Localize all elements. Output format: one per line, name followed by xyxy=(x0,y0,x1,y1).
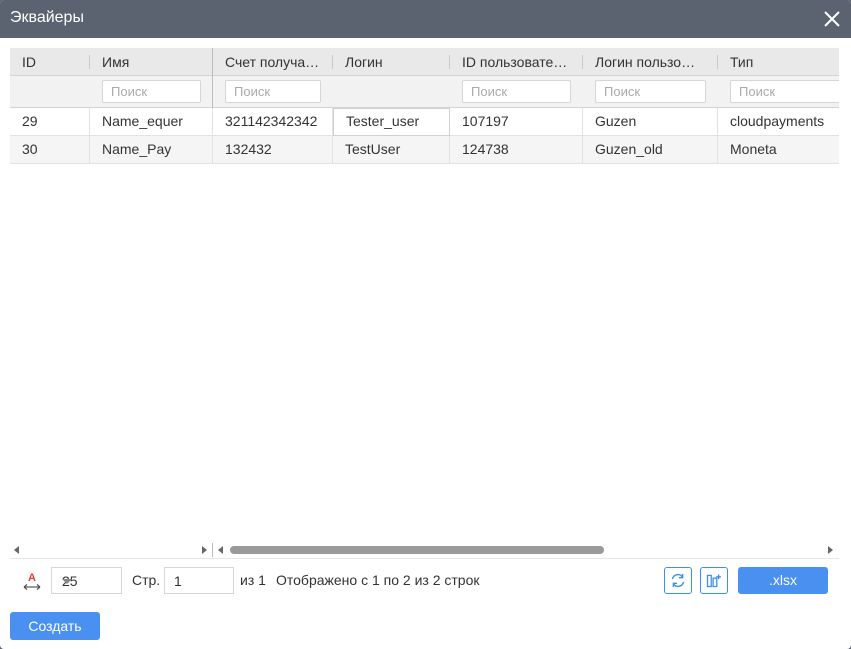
refresh-icon xyxy=(671,573,685,588)
grid-header: ID Имя Счет получа… Логин ID пользовате…… xyxy=(10,48,839,76)
filter-input-user-id[interactable] xyxy=(462,80,571,103)
close-icon[interactable] xyxy=(823,10,841,28)
acquirers-grid: ID Имя Счет получа… Логин ID пользовате…… xyxy=(10,48,839,544)
export-xlsx-button[interactable]: .xlsx xyxy=(738,567,828,594)
chevron-down-icon xyxy=(62,579,72,584)
column-header-account[interactable]: Счет получа… xyxy=(213,48,333,76)
frozen-column-divider[interactable] xyxy=(212,48,213,108)
page-size-select[interactable]: 25 xyxy=(51,567,122,594)
create-button[interactable]: Создать xyxy=(10,612,100,640)
cell-id[interactable]: 30 xyxy=(10,136,90,164)
cell-login[interactable]: Tester_user xyxy=(333,108,450,136)
filter-input-user-login[interactable] xyxy=(595,80,706,103)
font-size-icon[interactable]: A xyxy=(22,571,42,591)
filter-input-name[interactable] xyxy=(102,80,201,103)
svg-text:A: A xyxy=(28,572,36,584)
filter-cell-user-id xyxy=(450,76,583,108)
title-bar: Эквайеры xyxy=(0,0,851,38)
refresh-button[interactable] xyxy=(664,567,692,594)
scrollbar-thumb[interactable] xyxy=(230,546,604,554)
page-label: Стр. xyxy=(132,572,161,588)
scroll-right-frozen-arrow-icon[interactable] xyxy=(202,546,207,554)
filter-input-account[interactable] xyxy=(225,80,321,103)
cell-user-id[interactable]: 124738 xyxy=(450,136,583,164)
columns-settings-icon xyxy=(706,574,721,588)
acquirers-dialog: Эквайеры ID Имя Счет получа… Логин ID по… xyxy=(0,0,851,649)
filter-cell-name xyxy=(90,76,212,108)
dialog-title: Эквайеры xyxy=(10,9,84,26)
cell-user-login[interactable]: Guzen xyxy=(583,108,718,136)
table-row[interactable]: 30 Name_Pay 132432 TestUser 124738 Guzen… xyxy=(10,136,839,164)
cell-user-login[interactable]: Guzen_old xyxy=(583,136,718,164)
filter-cell-account xyxy=(213,76,333,108)
column-header-name[interactable]: Имя xyxy=(90,48,212,76)
cell-user-id[interactable]: 107197 xyxy=(450,108,583,136)
cell-id[interactable]: 29 xyxy=(10,108,90,136)
horizontal-scrollbar[interactable] xyxy=(10,543,839,557)
filter-cell-user-login xyxy=(583,76,718,108)
scrollbar-divider xyxy=(212,543,213,557)
page-count-label: из 1 xyxy=(240,572,266,588)
cell-name[interactable]: Name_Pay xyxy=(90,136,213,164)
cell-type[interactable]: cloudpayments xyxy=(718,108,839,136)
column-header-type[interactable]: Тип xyxy=(718,48,839,76)
rows-summary: Отображено с 1 по 2 из 2 строк xyxy=(276,572,480,588)
cell-account[interactable]: 321142342342 xyxy=(213,108,333,136)
filter-row xyxy=(10,76,839,108)
table-row[interactable]: 29 Name_equer 321142342342 Tester_user 1… xyxy=(10,108,839,136)
filter-input-type[interactable] xyxy=(730,80,839,103)
filter-cell-type xyxy=(718,76,839,108)
cell-login[interactable]: TestUser xyxy=(333,136,450,164)
cell-account[interactable]: 132432 xyxy=(213,136,333,164)
column-settings-button[interactable] xyxy=(700,567,728,594)
column-header-id[interactable]: ID xyxy=(10,48,90,76)
pagination-bar: A 25 Стр. из 1 Отображено с 1 по 2 из 2 … xyxy=(10,558,839,602)
column-header-user-id[interactable]: ID пользовате… xyxy=(450,48,583,76)
page-number-input[interactable] xyxy=(164,567,234,594)
cell-type[interactable]: Moneta xyxy=(718,136,839,164)
scroll-left-frozen-arrow-icon[interactable] xyxy=(14,546,19,554)
cell-name[interactable]: Name_equer xyxy=(90,108,213,136)
scroll-right-arrow-icon[interactable] xyxy=(828,546,833,554)
scroll-left-arrow-icon[interactable] xyxy=(218,546,223,554)
column-header-user-login[interactable]: Логин пользо… xyxy=(583,48,718,76)
column-header-login[interactable]: Логин xyxy=(333,48,450,76)
